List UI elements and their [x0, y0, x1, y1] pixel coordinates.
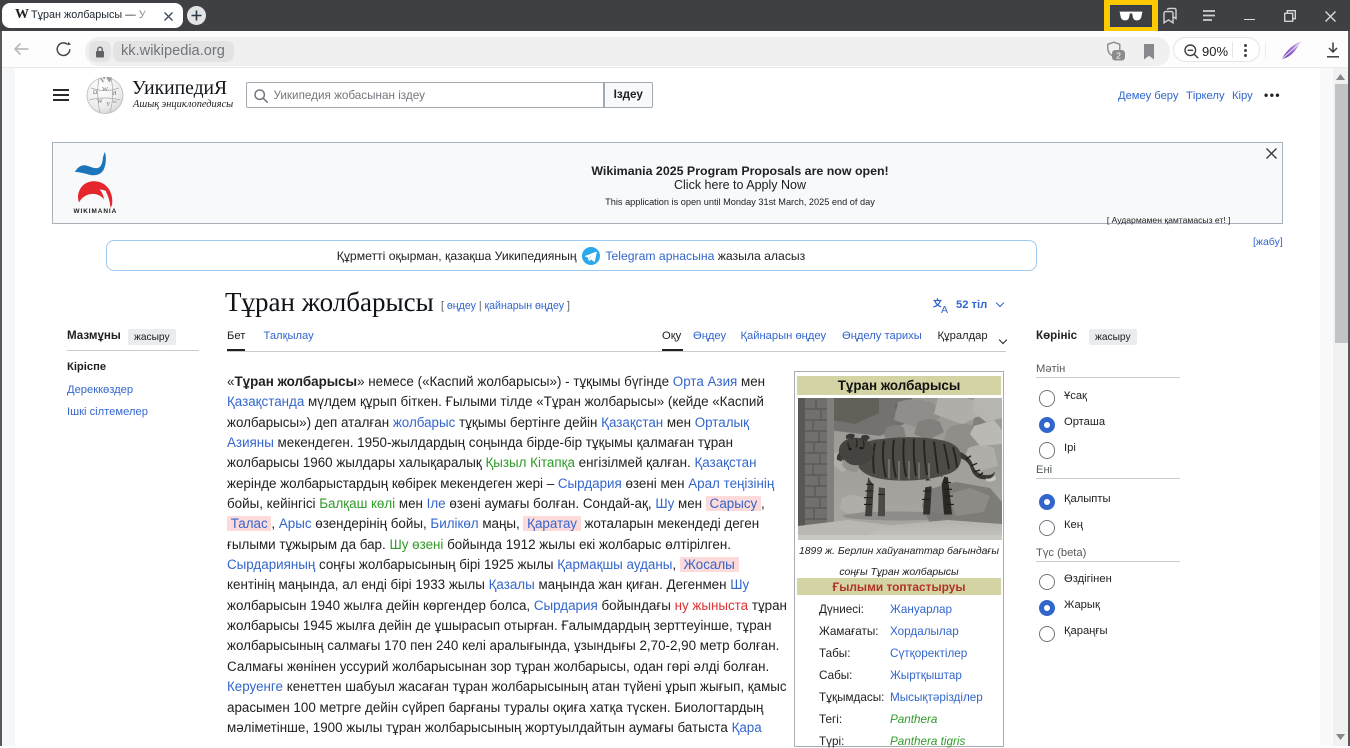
svg-text:ω: ω — [113, 99, 117, 105]
svg-text:Ω: Ω — [93, 90, 98, 96]
svg-text:W: W — [97, 99, 103, 105]
svg-text:И: И — [112, 91, 117, 97]
svg-text:2: 2 — [1116, 50, 1121, 60]
svg-text:W: W — [102, 86, 109, 93]
svg-text:A: A — [941, 304, 948, 314]
